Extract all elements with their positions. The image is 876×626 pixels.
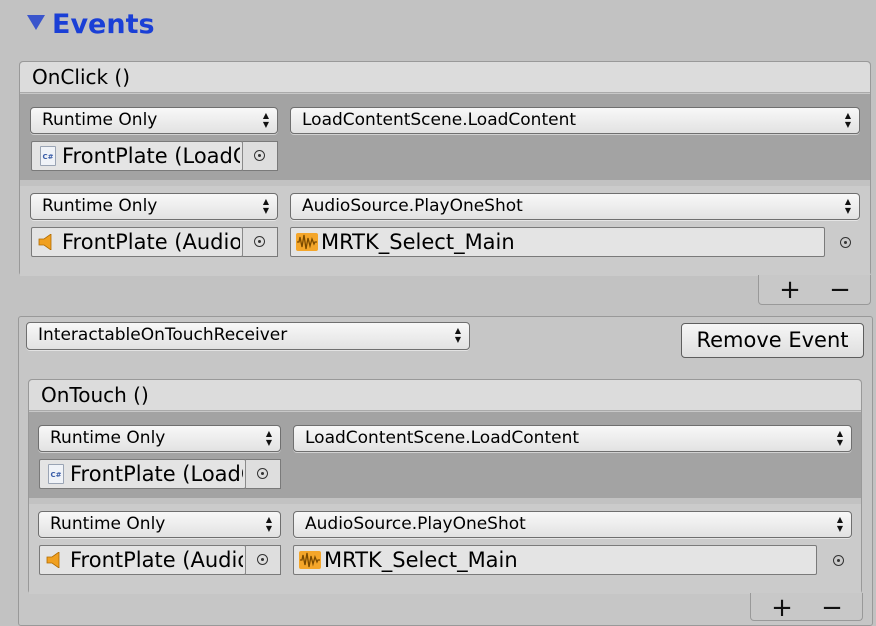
- speaker-icon: [38, 234, 52, 250]
- ontouch-entry-2-mode-dropdown[interactable]: Runtime Only ▲ ▼: [38, 511, 281, 538]
- onclick-header: OnClick (): [20, 62, 870, 93]
- ontouch-entry-1-mode-dropdown[interactable]: Runtime Only ▲ ▼: [38, 425, 281, 452]
- dropdown-arrows-icon: ▲ ▼: [262, 197, 269, 215]
- ontouch-entry-2-target-field[interactable]: FrontPlate (AudioSource): [39, 545, 246, 575]
- dropdown-arrows-icon: ▲ ▼: [262, 111, 269, 129]
- onclick-add-button[interactable]: +: [771, 277, 809, 303]
- onclick-entry-2-function-dropdown[interactable]: AudioSource.PlayOneShot ▲ ▼: [290, 193, 860, 220]
- onclick-entry-1-mode-dropdown[interactable]: Runtime Only ▲ ▼: [30, 107, 278, 134]
- speaker-icon: [46, 552, 60, 568]
- onclick-entry-1-object-picker[interactable]: [242, 141, 278, 171]
- remove-event-button[interactable]: Remove Event: [681, 323, 864, 358]
- ontouch-entry-1-object-picker[interactable]: [245, 459, 281, 489]
- foldout-arrow-icon[interactable]: [27, 15, 45, 30]
- onclick-entry-2-mode-dropdown[interactable]: Runtime Only ▲ ▼: [30, 193, 278, 220]
- object-picker-icon: [840, 237, 851, 248]
- ontouch-entry-2-argument-picker[interactable]: [831, 553, 847, 569]
- object-picker-icon: [254, 236, 265, 247]
- dropdown-arrows-icon: ▲ ▼: [265, 429, 272, 447]
- ontouch-remove-button[interactable]: −: [813, 595, 851, 621]
- ontouch-entry-1-function-dropdown[interactable]: LoadContentScene.LoadContent ▲ ▼: [293, 425, 852, 452]
- object-picker-icon: [833, 555, 844, 566]
- object-picker-icon: [257, 554, 268, 565]
- onclick-entry-1-function-dropdown[interactable]: LoadContentScene.LoadContent ▲ ▼: [290, 107, 860, 134]
- onclick-entry-2-object-picker[interactable]: [242, 227, 278, 257]
- dropdown-arrows-icon: ▲ ▼: [844, 111, 851, 129]
- dropdown-arrows-icon: ▲ ▼: [844, 197, 851, 215]
- object-picker-icon: [257, 468, 268, 479]
- ontouch-entry-2-argument-field[interactable]: MRTK_Select_Main: [293, 545, 817, 575]
- receiver-type-dropdown[interactable]: InteractableOnTouchReceiver ▲ ▼: [26, 322, 470, 350]
- onclick-entry-2-argument-picker[interactable]: [838, 235, 854, 251]
- onclick-footer: + −: [758, 275, 871, 305]
- csharp-script-icon: C#: [40, 146, 56, 166]
- csharp-script-icon: C#: [48, 464, 64, 484]
- audioclip-icon: [299, 551, 321, 569]
- dropdown-arrows-icon: ▲ ▼: [836, 429, 843, 447]
- onclick-remove-button[interactable]: −: [821, 277, 859, 303]
- dropdown-arrows-icon: ▲ ▼: [836, 515, 843, 533]
- ontouch-footer: + −: [750, 593, 863, 621]
- dropdown-arrows-icon: ▲ ▼: [265, 515, 272, 533]
- onclick-entry-1-target-field[interactable]: C# FrontPlate (LoadContentScene): [31, 141, 243, 171]
- object-picker-icon: [254, 150, 265, 161]
- ontouch-header: OnTouch (): [29, 380, 861, 411]
- ontouch-entry-2-function-dropdown[interactable]: AudioSource.PlayOneShot ▲ ▼: [293, 511, 852, 538]
- onclick-entry-2-argument-field[interactable]: MRTK_Select_Main: [290, 227, 825, 257]
- audioclip-icon: [296, 233, 318, 251]
- dropdown-arrows-icon: ▲ ▼: [454, 326, 461, 344]
- ontouch-entry-1-target-field[interactable]: C# FrontPlate (LoadContentScene): [39, 459, 246, 489]
- ontouch-entry-2-object-picker[interactable]: [245, 545, 281, 575]
- onclick-entry-2-target-field[interactable]: FrontPlate (AudioSource): [31, 227, 243, 257]
- ontouch-add-button[interactable]: +: [763, 595, 801, 621]
- events-title: Events: [52, 9, 155, 40]
